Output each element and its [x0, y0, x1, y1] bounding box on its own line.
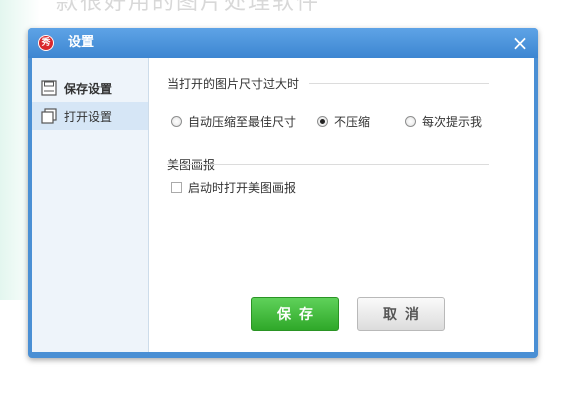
- radio-label: 不压缩: [334, 115, 371, 129]
- sidebar-item-save-settings[interactable]: 保存设置: [32, 74, 148, 102]
- checkbox-box[interactable]: [171, 182, 182, 193]
- cancel-button[interactable]: 取消: [357, 297, 445, 331]
- size-section-title: 当打开的图片尺寸过大时: [167, 77, 300, 91]
- radio-circle-selected[interactable]: [317, 116, 328, 127]
- section-divider: [309, 83, 489, 84]
- settings-sidebar: 保存设置 打开设置: [32, 58, 149, 352]
- checkbox-open-poster-on-start[interactable]: 启动时打开美图画报: [171, 179, 296, 196]
- radio-label: 每次提示我: [422, 115, 483, 129]
- close-button[interactable]: ×: [510, 33, 530, 53]
- radio-circle[interactable]: [171, 116, 182, 127]
- settings-panel: 当打开的图片尺寸过大时 自动压缩至最佳尺寸 不压缩 每次提示我 美图画报 启动时…: [149, 58, 534, 352]
- radio-auto-compress[interactable]: 自动压缩至最佳尺寸: [171, 113, 296, 130]
- section-divider: [167, 164, 489, 165]
- copy-icon: [41, 108, 57, 124]
- dialog-content: 保存设置 打开设置 当打开的图片尺寸过大时 自动压缩至最佳尺寸 不压缩 每次提示…: [32, 58, 534, 352]
- radio-circle[interactable]: [405, 116, 416, 127]
- save-button[interactable]: 保存: [251, 297, 339, 331]
- dialog-title: 设置: [68, 35, 95, 50]
- sidebar-item-open-settings[interactable]: 打开设置: [32, 102, 148, 130]
- sidebar-item-label: 保存设置: [64, 81, 113, 96]
- checkbox-label: 启动时打开美图画报: [188, 181, 297, 195]
- save-icon: [41, 80, 57, 96]
- radio-ask-every-time[interactable]: 每次提示我: [405, 113, 482, 130]
- app-logo-icon: 秀: [38, 35, 54, 51]
- dialog-title-bar[interactable]: 秀 设置 ×: [28, 28, 538, 58]
- radio-no-compress[interactable]: 不压缩: [317, 113, 370, 130]
- background-heading: 款很好用的图片处理软件: [56, 0, 321, 15]
- sidebar-item-label: 打开设置: [64, 109, 113, 124]
- radio-label: 自动压缩至最佳尺寸: [188, 115, 297, 129]
- settings-dialog: 秀 设置 × 保存设置 打开设置 当打开的图片尺寸过大时 自动压缩至最佳尺寸 不…: [28, 28, 538, 358]
